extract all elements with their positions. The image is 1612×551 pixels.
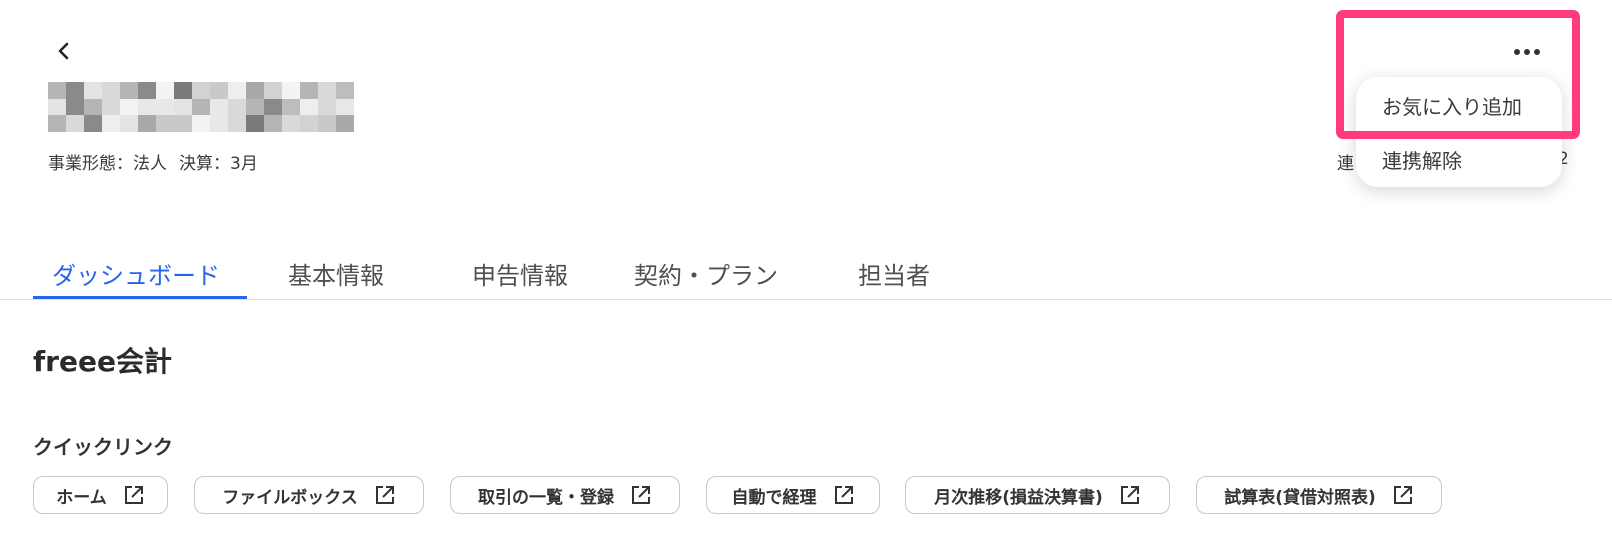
mosaic-cell [300, 115, 318, 132]
external-link-icon [1393, 486, 1412, 504]
quick-link-label: 月次推移(損益決算書) [934, 487, 1103, 508]
mosaic-cell [300, 82, 318, 99]
tab-basic-info[interactable]: 基本情報 [288, 256, 384, 291]
external-link-icon [124, 486, 143, 504]
back-button[interactable] [50, 36, 78, 66]
quick-link-label: 取引の一覧・登録 [478, 487, 614, 508]
tab-bar: ダッシュボード 基本情報 申告情報 契約・プラン 担当者 [0, 248, 1612, 300]
business-info: 事業形態：法人 決算：3月 [48, 149, 258, 174]
mosaic-cell [102, 115, 120, 132]
mosaic-cell [84, 98, 102, 116]
mosaic-cell [102, 82, 120, 99]
mosaic-cell [282, 115, 300, 132]
mosaic-cell [66, 82, 84, 99]
more-horizontal-icon [1514, 49, 1520, 55]
mosaic-cell [228, 115, 246, 132]
mosaic-cell [264, 98, 282, 116]
mosaic-cell [336, 82, 354, 99]
quick-link-home[interactable]: ホーム [33, 476, 168, 514]
business-type: 事業形態：法人 [48, 154, 167, 174]
more-dot [1534, 49, 1540, 55]
section-title: freee会計 [33, 345, 172, 378]
quick-link-label: 自動で経理 [731, 487, 817, 508]
quick-links-title: クイックリンク [33, 435, 173, 459]
quick-link-transactions[interactable]: 取引の一覧・登録 [450, 476, 680, 514]
mosaic-cell [66, 115, 84, 132]
mosaic-cell [120, 82, 138, 99]
active-tab-indicator [33, 296, 247, 299]
mosaic-cell [210, 82, 228, 99]
quick-link-label: 試算表(貸借対照表) [1224, 487, 1376, 508]
external-link-icon [834, 486, 853, 504]
external-link-icon [632, 486, 650, 504]
settlement-month: 決算：3月 [179, 154, 258, 174]
mosaic-cell [174, 98, 192, 116]
mosaic-cell [120, 98, 138, 116]
mosaic-cell [192, 98, 210, 116]
quick-link-label: ファイルボックス [222, 487, 358, 508]
mosaic-cell [48, 98, 66, 116]
quick-link-monthly-pl[interactable]: 月次推移(損益決算書) [905, 476, 1170, 514]
mosaic-cell [156, 98, 174, 116]
mosaic-cell [66, 98, 84, 116]
mosaic-cell [300, 98, 318, 116]
mosaic-cell [264, 115, 282, 132]
unlink-menu-item[interactable]: 連携解除 [1382, 145, 1462, 174]
mosaic-cell [282, 82, 300, 99]
mosaic-cell [138, 98, 156, 116]
connection-info: 連 [1337, 154, 1354, 174]
mosaic-cell [246, 98, 264, 116]
mosaic-cell [336, 98, 354, 116]
external-link-icon [1120, 486, 1139, 504]
quick-link-trial-balance[interactable]: 試算表(貸借対照表) [1196, 476, 1442, 514]
mosaic-cell [84, 82, 102, 99]
mosaic-cell [228, 98, 246, 116]
tab-contract-plan[interactable]: 契約・プラン [634, 256, 778, 291]
tab-dashboard[interactable]: ダッシュボード [52, 256, 220, 291]
mosaic-cell [102, 98, 120, 116]
more-options-button[interactable] [1510, 38, 1544, 66]
external-link-icon [375, 486, 394, 504]
mosaic-cell [138, 115, 156, 132]
chevron-left-icon [58, 42, 69, 60]
mosaic-cell [156, 82, 174, 99]
mosaic-cell [48, 115, 66, 132]
mosaic-cell [318, 115, 336, 132]
quick-link-auto-accounting[interactable]: 自動で経理 [706, 476, 880, 514]
mosaic-cell [192, 115, 210, 132]
mosaic-cell [246, 82, 264, 99]
mosaic-cell [210, 98, 228, 116]
mosaic-cell [210, 115, 228, 132]
options-menu: お気に入り追加 連携解除 [1356, 77, 1562, 187]
mosaic-cell [336, 115, 354, 132]
company-name-redacted [48, 82, 354, 132]
mosaic-cell [318, 82, 336, 99]
add-favorite-menu-item[interactable]: お気に入り追加 [1382, 91, 1522, 120]
mosaic-cell [174, 115, 192, 132]
tab-staff[interactable]: 担当者 [858, 256, 930, 291]
mosaic-cell [120, 115, 138, 132]
mosaic-cell [282, 98, 300, 116]
mosaic-cell [228, 82, 246, 99]
mosaic-cell [264, 82, 282, 99]
mosaic-cell [138, 82, 156, 99]
mosaic-cell [318, 98, 336, 116]
mosaic-cell [84, 115, 102, 132]
tab-tax-filing-info[interactable]: 申告情報 [472, 256, 568, 291]
quick-link-filebox[interactable]: ファイルボックス [194, 476, 424, 514]
quick-link-label: ホーム [56, 487, 107, 508]
mosaic-cell [192, 82, 210, 99]
mosaic-cell [174, 82, 192, 99]
mosaic-cell [48, 82, 66, 99]
mosaic-cell [246, 115, 264, 132]
more-dot [1524, 49, 1530, 55]
mosaic-cell [156, 115, 174, 132]
